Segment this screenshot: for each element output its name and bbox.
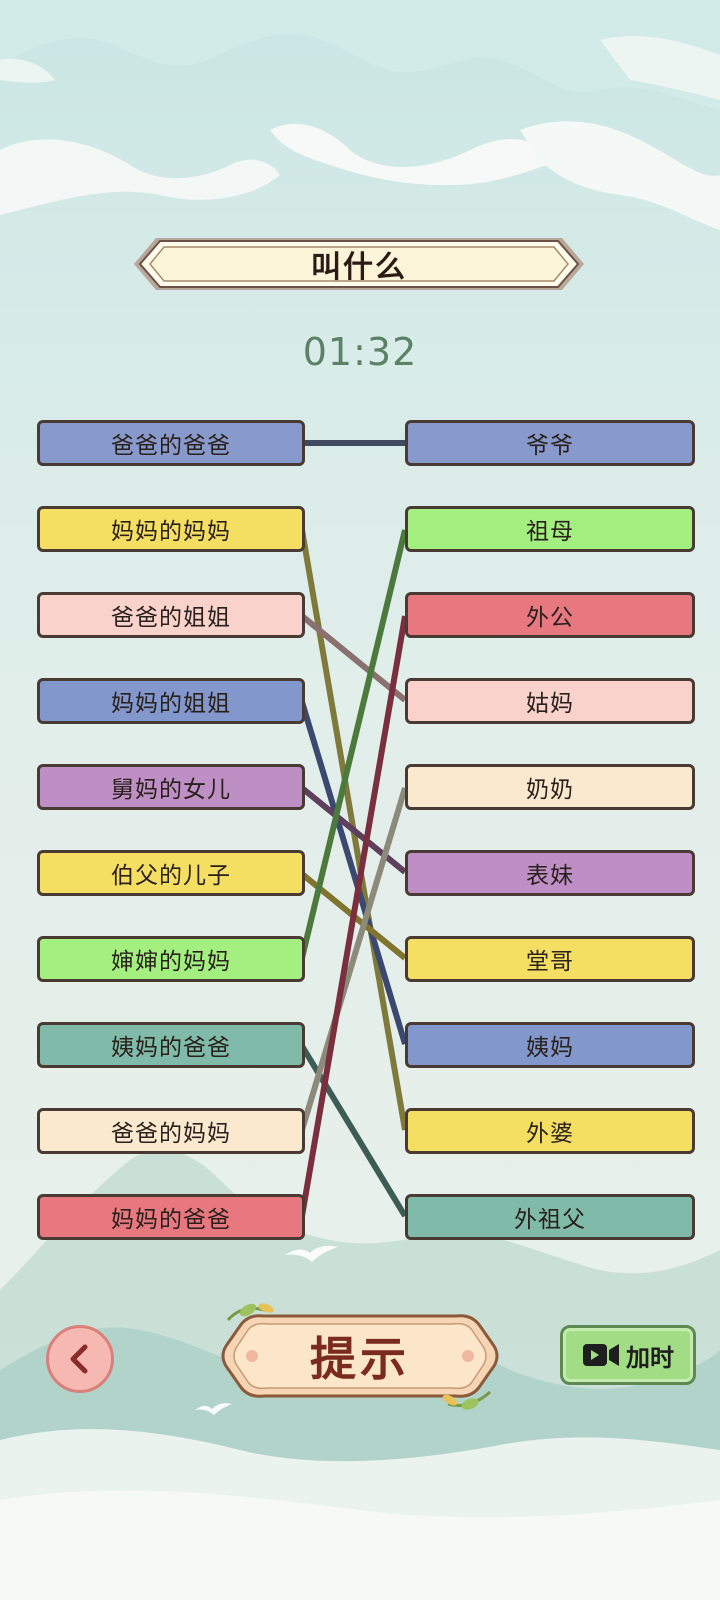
left-item[interactable]: 爸爸的爸爸: [37, 420, 305, 466]
right-item-label: 姨妈: [526, 1035, 574, 1061]
left-item[interactable]: 爸爸的姐姐: [37, 592, 305, 638]
right-item[interactable]: 姨妈: [405, 1022, 695, 1068]
right-item-label: 奶奶: [526, 777, 574, 803]
left-item[interactable]: 妈妈的妈妈: [37, 506, 305, 552]
left-item[interactable]: 伯父的儿子: [37, 850, 305, 896]
left-item-label: 舅妈的女儿: [111, 777, 231, 803]
right-item-label: 外祖父: [514, 1207, 586, 1233]
add-time-button[interactable]: 加时: [560, 1325, 696, 1385]
connection-line: [300, 613, 407, 703]
right-item-label: 表妹: [526, 863, 574, 889]
right-item[interactable]: 祖母: [405, 506, 695, 552]
left-item-label: 爸爸的爸爸: [111, 433, 231, 459]
left-item[interactable]: 姨妈的爸爸: [37, 1022, 305, 1068]
left-item[interactable]: 妈妈的姐姐: [37, 678, 305, 724]
left-item[interactable]: 妈妈的爸爸: [37, 1194, 305, 1240]
left-item-label: 伯父的儿子: [111, 863, 231, 889]
right-item[interactable]: 奶奶: [405, 764, 695, 810]
video-camera-icon: [583, 1344, 619, 1366]
chevron-left-icon: [70, 1344, 88, 1374]
right-item-label: 堂哥: [526, 949, 574, 975]
hint-button-label: 提示: [310, 1332, 410, 1386]
back-button[interactable]: [46, 1325, 114, 1393]
right-item[interactable]: 堂哥: [405, 936, 695, 982]
right-item-label: 外婆: [526, 1121, 574, 1147]
right-item[interactable]: 外公: [405, 592, 695, 638]
left-item[interactable]: 婶婶的妈妈: [37, 936, 305, 982]
right-item[interactable]: 姑妈: [405, 678, 695, 724]
left-item[interactable]: 舅妈的女儿: [37, 764, 305, 810]
left-item-label: 爸爸的妈妈: [111, 1121, 231, 1147]
left-item-label: 妈妈的爸爸: [111, 1207, 231, 1233]
left-item-label: 婶婶的妈妈: [111, 949, 231, 975]
left-item-label: 爸爸的姐姐: [111, 605, 231, 631]
left-item-label: 妈妈的姐姐: [111, 691, 231, 717]
right-item[interactable]: 表妹: [405, 850, 695, 896]
right-item-label: 外公: [526, 605, 574, 631]
right-item-label: 爷爷: [526, 433, 574, 459]
right-item[interactable]: 外祖父: [405, 1194, 695, 1240]
hint-button[interactable]: 提示: [218, 1300, 502, 1412]
left-item-label: 姨妈的爸爸: [111, 1035, 231, 1061]
left-item-label: 妈妈的妈妈: [111, 519, 231, 545]
right-item[interactable]: 爷爷: [405, 420, 695, 466]
right-item-label: 祖母: [526, 519, 574, 545]
left-item[interactable]: 爸爸的妈妈: [37, 1108, 305, 1154]
right-item-label: 姑妈: [526, 691, 574, 717]
add-time-label: 加时: [626, 1343, 674, 1372]
right-item[interactable]: 外婆: [405, 1108, 695, 1154]
